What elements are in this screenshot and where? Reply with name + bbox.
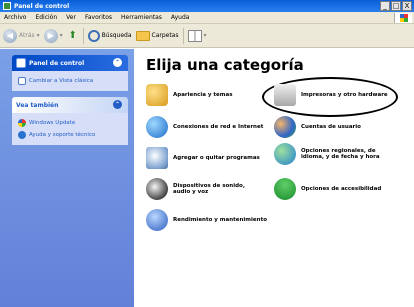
help-support-link[interactable]: Ayuda y soporte técnico	[18, 129, 122, 141]
control-panel-section: Panel de control ⌃ Cambiar a Vista clási…	[12, 55, 128, 91]
category-appearance-themes[interactable]: Apariencia y temas	[146, 84, 233, 106]
title-bar: Panel de control _ □ X	[0, 0, 414, 12]
category-label: Opciones de accesibilidad	[301, 186, 382, 192]
page-title: Elija una categoría	[146, 56, 304, 74]
category-label: Opciones regionales, de idioma, y de fec…	[301, 148, 380, 160]
search-icon	[87, 29, 100, 42]
category-add-remove-programs[interactable]: Agregar o quitar programas	[146, 147, 260, 169]
category-label: Agregar o quitar programas	[173, 155, 260, 161]
maximize-button[interactable]: □	[391, 1, 401, 11]
regional-globe-icon	[274, 143, 296, 165]
category-performance-maintenance[interactable]: Rendimiento y mantenimiento	[146, 209, 267, 231]
control-panel-icon	[3, 2, 11, 10]
accessibility-icon	[274, 178, 296, 200]
minimize-button[interactable]: _	[380, 1, 390, 11]
search-button[interactable]: Búsqueda	[87, 29, 132, 42]
users-icon	[274, 116, 296, 138]
windows-flag-icon	[400, 14, 408, 22]
programs-cd-icon	[146, 147, 168, 169]
help-icon	[18, 131, 26, 139]
views-button[interactable]: ▾	[187, 29, 207, 42]
forward-button[interactable]: ▶ ▾	[43, 28, 63, 43]
see-also-section-header[interactable]: Vea también ⌃	[12, 97, 128, 113]
control-panel-icon	[16, 58, 26, 68]
menu-ayuda[interactable]: Ayuda	[171, 14, 190, 21]
back-dropdown-icon[interactable]: ▾	[37, 32, 40, 39]
category-label: Conexiones de red e Internet	[173, 124, 264, 130]
network-globe-icon	[146, 116, 168, 138]
category-network-internet[interactable]: Conexiones de red e Internet	[146, 116, 263, 138]
speaker-icon	[146, 178, 168, 200]
views-icon	[187, 29, 202, 42]
category-label: Dispositivos de sonido, audio y voz	[173, 183, 245, 195]
appearance-icon	[146, 84, 168, 106]
performance-icon	[146, 209, 168, 231]
main-content: Elija una categoría Apariencia y temas I…	[134, 49, 414, 307]
back-label: Atrás	[19, 32, 35, 39]
help-support-label: Ayuda y soporte técnico	[29, 132, 96, 138]
search-label: Búsqueda	[101, 32, 132, 39]
collapse-chevron-icon[interactable]: ⌃	[113, 58, 122, 67]
category-sound-audio[interactable]: Dispositivos de sonido, audio y voz	[146, 178, 262, 200]
switch-classic-view-label: Cambiar a Vista clásica	[29, 78, 94, 84]
see-also-section-body: Windows Update Ayuda y soporte técnico	[12, 113, 128, 145]
window-controls: _ □ X	[380, 1, 412, 11]
windows-logo	[394, 13, 412, 23]
menu-edicion[interactable]: Edición	[35, 14, 57, 21]
see-also-section-title: Vea también	[16, 101, 59, 109]
printer-icon	[274, 84, 296, 106]
control-panel-section-body: Cambiar a Vista clásica	[12, 71, 128, 91]
category-label: Apariencia y temas	[173, 92, 233, 98]
category-printers-hardware[interactable]: Impresoras y otro hardware	[274, 84, 388, 106]
switch-classic-view-link[interactable]: Cambiar a Vista clásica	[18, 75, 122, 87]
menu-favoritos[interactable]: Favoritos	[85, 14, 112, 21]
forward-arrow-icon: ▶	[43, 28, 58, 43]
control-panel-section-title: Panel de control	[29, 59, 85, 67]
toolbar-separator	[182, 27, 184, 44]
menu-bar: Archivo Edición Ver Favoritos Herramient…	[0, 12, 414, 24]
see-also-section: Vea también ⌃ Windows Update Ayuda y sop…	[12, 97, 128, 145]
menu-ver[interactable]: Ver	[66, 14, 76, 21]
window-title: Panel de control	[14, 2, 70, 10]
category-regional-options[interactable]: Opciones regionales, de idioma, y de fec…	[274, 143, 398, 165]
menu-archivo[interactable]: Archivo	[4, 14, 26, 21]
collapse-chevron-icon[interactable]: ⌃	[113, 100, 122, 109]
windows-update-link[interactable]: Windows Update	[18, 117, 122, 129]
sidebar: Panel de control ⌃ Cambiar a Vista clási…	[0, 49, 134, 307]
category-label: Rendimiento y mantenimiento	[173, 217, 267, 223]
classic-view-icon	[18, 77, 26, 85]
close-button[interactable]: X	[402, 1, 412, 11]
control-panel-section-header[interactable]: Panel de control ⌃	[12, 55, 128, 71]
views-dropdown-icon[interactable]: ▾	[204, 32, 207, 39]
category-user-accounts[interactable]: Cuentas de usuario	[274, 116, 361, 138]
back-button[interactable]: ◀ Atrás ▾	[3, 28, 40, 43]
back-arrow-icon: ◀	[3, 28, 17, 43]
folders-label: Carpetas	[151, 32, 179, 39]
windows-update-label: Windows Update	[29, 120, 76, 126]
category-label: Cuentas de usuario	[301, 124, 361, 130]
forward-dropdown-icon[interactable]: ▾	[60, 32, 63, 39]
menu-herramientas[interactable]: Herramientas	[121, 14, 162, 21]
up-folder-icon[interactable]: ⬆	[67, 30, 79, 42]
folder-icon	[135, 30, 150, 41]
toolbar-separator	[82, 27, 84, 44]
folders-button[interactable]: Carpetas	[135, 30, 179, 41]
toolbar: ◀ Atrás ▾ ▶ ▾ ⬆ Búsqueda Carpetas ▾	[0, 24, 414, 48]
category-accessibility[interactable]: Opciones de accesibilidad	[274, 178, 381, 200]
windows-update-icon	[18, 119, 26, 127]
category-label: Impresoras y otro hardware	[301, 92, 388, 98]
